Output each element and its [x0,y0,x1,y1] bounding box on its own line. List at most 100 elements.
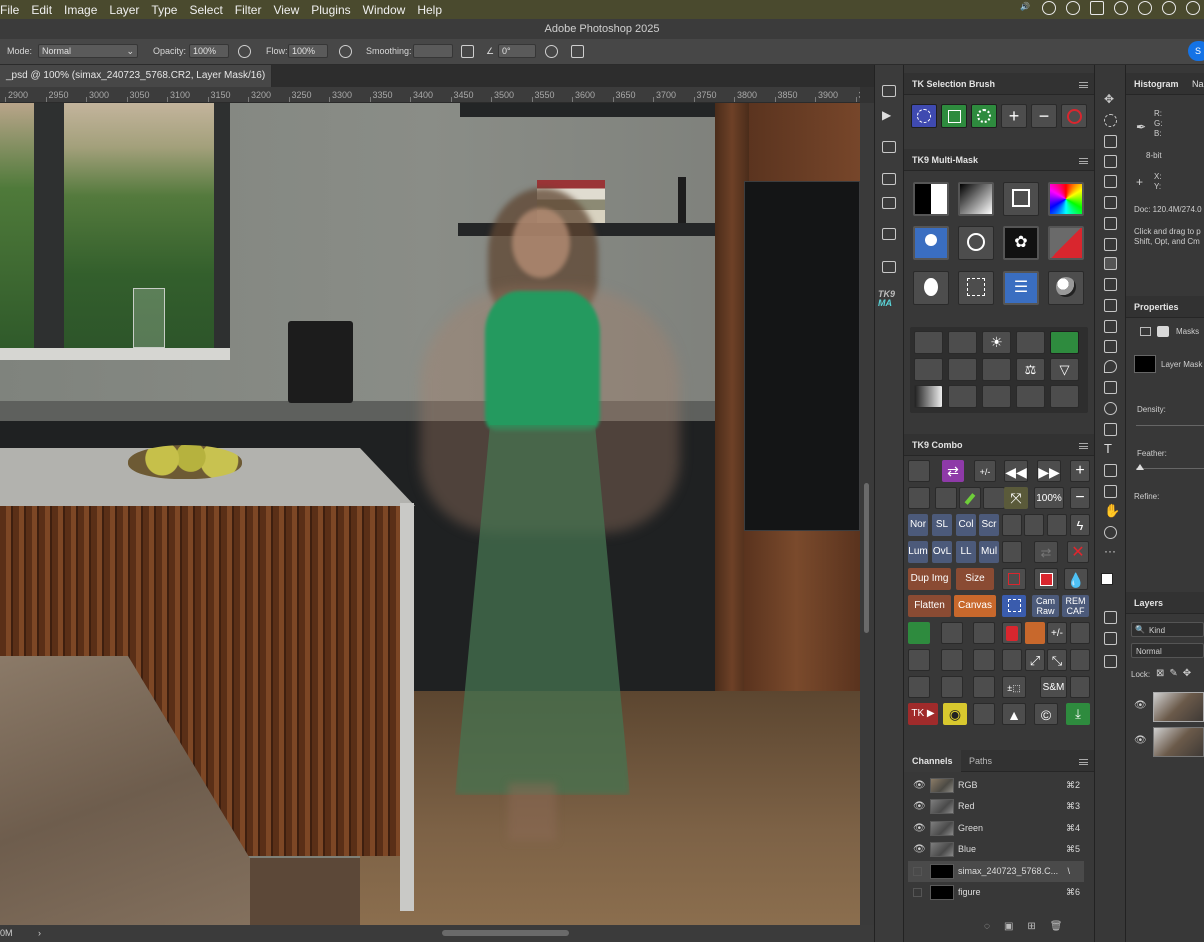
remove-icon[interactable]: − [1070,487,1090,509]
brightness-icon[interactable]: ☀ [982,331,1011,354]
channel-row-mask[interactable]: simax_240723_5768.C... \ [908,861,1084,882]
layer-green-icon[interactable] [908,622,930,644]
plus-minus-color-icon[interactable]: +/- [974,460,996,482]
close-icon[interactable]: ✕ [1067,541,1089,563]
menu-help[interactable]: Help [417,3,454,17]
eyedropper-icon[interactable] [1104,217,1117,230]
blur-tool-icon[interactable] [1104,360,1117,373]
vertical-scroll-thumb[interactable] [864,483,869,633]
sm-button[interactable]: S&M [1040,676,1067,698]
crop-tool-icon[interactable] [1104,175,1117,188]
blend-screen-button[interactable]: Scr [979,514,999,536]
tab-histogram[interactable]: Histogram [1134,79,1179,89]
gradient-tool-icon[interactable] [1104,340,1117,353]
balance-icon[interactable]: ⚖ [1016,358,1045,381]
wand-icon[interactable] [1050,385,1079,408]
channel-row-figure[interactable]: figure ⌘6 [908,882,1084,903]
menu-edit[interactable]: Edit [31,3,64,17]
lock-icon[interactable] [1138,1,1152,15]
canvas-button[interactable]: Canvas [954,595,996,617]
subtract-selection-icon[interactable]: − [1031,104,1057,128]
drop-icon[interactable]: 💧 [1064,568,1088,590]
pressure-size-icon[interactable] [545,45,558,58]
document-tab[interactable]: _psd @ 100% (simax_240723_5768.CR2, Laye… [0,65,272,103]
menu-filter[interactable]: Filter [235,3,274,17]
visibility-box[interactable] [913,867,922,876]
mask-split-icon[interactable] [913,182,949,216]
lock-icons[interactable]: ⊠✎✥ [1156,668,1196,679]
status-chevron[interactable]: › [38,925,41,942]
target-icon[interactable] [958,226,994,260]
clock-icon[interactable] [1042,1,1056,15]
contrast-icon[interactable] [982,358,1011,381]
vertical-scrollbar[interactable] [860,103,874,925]
snapshot-icon[interactable] [1070,622,1090,644]
play-icon[interactable]: ▶ [882,109,896,122]
mask-stack-icon[interactable] [1003,182,1039,216]
document-canvas[interactable] [0,103,860,925]
calculator-icon[interactable] [1002,541,1022,563]
copy-icon[interactable] [941,649,963,671]
horizontal-scroll-thumb[interactable] [442,930,569,936]
blend-linearlight-button[interactable]: LL [956,541,976,563]
symmetry-icon[interactable] [571,45,584,58]
tab-navigator[interactable]: Na [1192,73,1204,95]
merge-icon[interactable] [908,649,930,671]
layer-copy-icon[interactable] [941,622,963,644]
fill-red-icon[interactable] [1034,568,1058,590]
expand-icon[interactable]: ⤧ [1004,487,1028,509]
healing-brush-icon[interactable] [1104,238,1117,251]
tablet-icon[interactable] [1024,514,1044,536]
flatten-button[interactable]: Flatten [908,595,951,617]
path-select-icon[interactable] [1104,464,1117,477]
swap-icon[interactable]: ⇄ [942,460,964,482]
eye-icon[interactable]: 👁 [913,839,926,860]
pixel-mask-icon[interactable] [1140,327,1151,336]
feather-slider-handle[interactable] [1136,464,1144,470]
dodge-tool-icon[interactable] [1104,381,1117,394]
flower-icon[interactable]: ✿ [1003,226,1039,260]
mode-select[interactable]: Normal ⌄ [38,44,138,58]
crop-select-icon[interactable] [1002,595,1026,617]
camera-raw-button[interactable]: Cam Raw [1032,595,1059,617]
blend-multiply-button[interactable]: Mul [979,541,999,563]
vector-mask-icon[interactable] [1157,326,1169,337]
blend-color-button[interactable]: Col [956,514,976,536]
grid-adjust-icon[interactable] [1016,331,1045,354]
volume-icon[interactable]: 🔊 [1018,1,1032,15]
eye-icon[interactable]: 👁 [913,796,926,817]
phone-icon[interactable] [1002,514,1022,536]
screen-mode-icon[interactable] [1104,632,1117,645]
magnify-icon[interactable] [973,676,995,698]
delete-icon[interactable] [1070,676,1090,698]
menu-type[interactable]: Type [151,3,189,17]
zoom-tool-icon[interactable] [1104,526,1117,539]
channel-row-rgb[interactable]: 👁 RGB ⌘2 [908,775,1084,796]
gradient-map-icon[interactable] [914,385,943,408]
layer-mask-icon[interactable] [973,649,995,671]
lightning-icon[interactable]: ϟ [1070,514,1090,536]
curves-icon[interactable] [914,331,943,354]
blend-mode-select[interactable]: Normal [1131,643,1204,658]
channel-row-blue[interactable]: 👁 Blue ⌘5 [908,839,1084,860]
fast-forward-icon[interactable]: ▶▶ [1037,460,1061,482]
mask-edit-icon[interactable] [958,271,994,305]
rem-caf-button[interactable]: REM CAF [1062,595,1089,617]
quick-select-icon[interactable] [1104,155,1117,168]
select-plusminus-icon[interactable]: ±⬚ [1002,676,1026,698]
sponge-icon[interactable] [1104,402,1117,415]
settings-icon[interactable] [1186,1,1200,15]
pen-icon[interactable] [1002,649,1022,671]
move-tool-icon[interactable]: ✥ [1104,93,1117,106]
tab-channels[interactable]: Channels [904,750,961,772]
lasso-tool-icon[interactable] [1104,135,1117,148]
duplicate-image-button[interactable]: Dup Img [908,568,951,590]
add-icon[interactable]: + [1070,460,1090,482]
deselect-icon[interactable] [1061,104,1087,128]
weather-icon[interactable] [1025,622,1045,644]
plus-minus-icon[interactable] [1016,385,1045,408]
monitor-icon[interactable] [948,385,977,408]
layer-row[interactable]: 👁 [1126,690,1204,724]
layer-row[interactable]: 👁 [1126,725,1204,759]
panel-menu-icon[interactable] [1079,443,1088,449]
